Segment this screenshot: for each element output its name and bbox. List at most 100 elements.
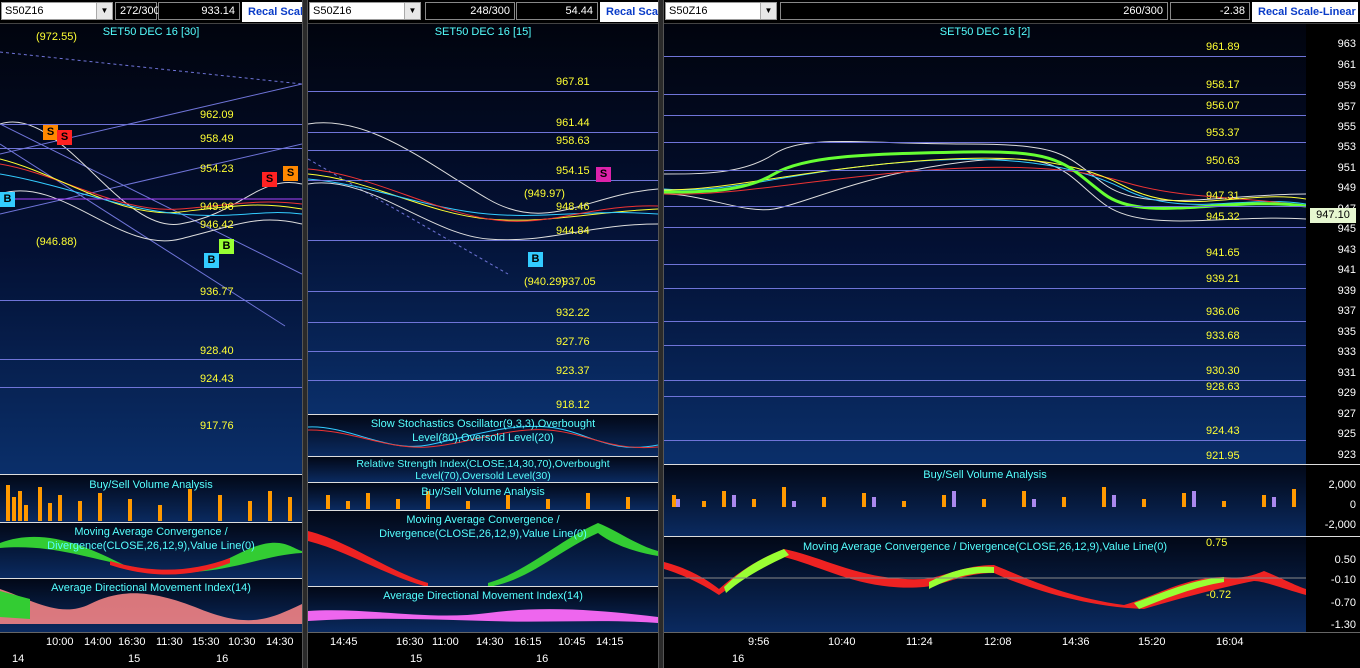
symbol-select[interactable]: S50Z16 ▼ [665,2,777,20]
volume-panel[interactable]: Buy/Sell Volume Analysis [0,474,302,522]
price-level: 953.37 [1206,127,1240,139]
macd-high-label: 0.75 [1206,537,1228,549]
price-level: 961.44 [556,117,590,129]
chart-pane-3: S50Z16 ▼ 260/300 -2.38 Recal Scale-Linear… [664,0,1360,668]
symbol-select[interactable]: S50Z16 ▼ [1,2,113,20]
price-level: 949.96 [200,201,234,213]
price-level: 946.42 [200,219,234,231]
panel-title: Average Directional Movement Index(14) [383,590,583,602]
price-level: 939.21 [1206,273,1240,285]
peak-label: (949.97) [524,188,565,200]
price-level: 954.15 [556,165,590,177]
price-level: 958.49 [200,133,234,145]
chart-pane-2: S50Z16▼ 248/300 54.44 Recal Scale SET50 … [308,0,658,668]
chart-pane-1: S50Z16▼ 272/300 933.14 Recal Scale SET50… [0,0,302,668]
sell-marker[interactable]: S [262,172,277,187]
recal-scale-button[interactable]: Recal Scale-Linear [1252,2,1358,22]
panel-title: Moving Average Convergence / Divergence(… [379,514,587,540]
chevron-down-icon[interactable]: ▼ [96,3,112,19]
adx-panel[interactable]: Average Directional Movement Index(14) [308,586,658,632]
chart-title: SET50 DEC 16 [15] [434,26,532,38]
price-level: 956.07 [1206,100,1240,112]
recal-scale-button[interactable]: Recal Scale [242,2,302,22]
panel-title: Buy/Sell Volume Analysis [89,479,213,491]
price-level: 932.22 [556,307,590,319]
price-level: 941.65 [1206,247,1240,259]
last-value: 933.14 [158,2,240,20]
price-level: 937.05 [562,276,596,288]
time-axis: 10:00 14:00 16:30 11:30 15:30 10:30 14:3… [0,632,302,668]
chart-title: SET50 DEC 16 [2] [939,26,1031,38]
price-level: 927.76 [556,336,590,348]
panel-title: Moving Average Convergence / Divergence(… [47,526,255,552]
price-level: 930.30 [1206,365,1240,377]
macd-low-label: -0.72 [1206,589,1232,601]
time-axis: 14:45 16:30 11:00 14:30 16:15 10:45 14:1… [308,632,658,668]
pane-toolbar: S50Z16▼ 272/300 933.14 Recal Scale [0,0,302,24]
chevron-down-icon[interactable]: ▼ [404,3,420,19]
buy-marker[interactable]: B [204,253,219,268]
price-level: 918.12 [556,399,590,411]
sell-marker[interactable]: S [57,130,72,145]
price-chart[interactable]: SET50 DEC 16 [30] (972.55) (946.88) 962.… [0,24,302,474]
bar-count: 260/300 [780,2,1168,20]
stochastic-panel[interactable]: Slow Stochastics Oscillator(9,3,3),Overb… [308,414,658,456]
macd-panel[interactable]: Moving Average Convergence / Divergence(… [664,536,1306,632]
symbol-select[interactable]: S50Z16 ▼ [309,2,421,20]
price-level: 945.32 [1206,211,1240,223]
price-level: 954.23 [200,163,234,175]
peak-label: (972.55) [36,31,77,43]
low-label: (940.29) [524,276,565,288]
price-level: 933.68 [1206,330,1240,342]
price-level: 924.43 [1206,425,1240,437]
buy-marker[interactable]: B [0,192,15,207]
bar-count: 272/300 [115,2,160,20]
bar-count: 248/300 [425,2,515,20]
panel-title: Slow Stochastics Oscillator(9,3,3),Overb… [370,418,596,444]
time-axis: 9:56 10:40 11:24 12:08 14:36 15:20 16:04… [664,632,1360,668]
pane-toolbar: S50Z16▼ 248/300 54.44 Recal Scale [308,0,658,24]
macd-panel[interactable]: Moving Average Convergence / Divergence(… [0,522,302,578]
recal-scale-button[interactable]: Recal Scale [600,2,658,22]
current-price-tag: 947.10 [1310,208,1356,223]
price-level: 921.95 [1206,450,1240,462]
price-chart[interactable]: SET50 DEC 16 [2] 961.89 958.17 956.07 95… [664,24,1306,464]
panel-title: Relative Strength Index(CLOSE,14,30,70),… [356,458,610,482]
price-level: 961.89 [1206,41,1240,53]
adx-panel[interactable]: Average Directional Movement Index(14) [0,578,302,632]
price-level: 958.17 [1206,79,1240,91]
pane-toolbar: S50Z16 ▼ 260/300 -2.38 Recal Scale-Linear [664,0,1360,24]
volume-axis: 2,000 0 -2,000 [1306,464,1360,536]
price-level: 948.46 [556,201,590,213]
panel-title: Average Directional Movement Index(14) [51,582,251,594]
sell-marker[interactable]: S [283,166,298,181]
buy-marker[interactable]: B [219,239,234,254]
macd-axis: 0.50 -0.10 -0.70 -1.30 [1306,536,1360,632]
price-level: 950.63 [1206,155,1240,167]
sell-marker[interactable]: S [43,125,58,140]
panel-title: Buy/Sell Volume Analysis [923,469,1047,481]
price-level: 962.09 [200,109,234,121]
panel-title: Buy/Sell Volume Analysis [421,486,545,498]
volume-panel[interactable]: Buy/Sell Volume Analysis [664,464,1306,536]
price-level: 958.63 [556,135,590,147]
macd-panel[interactable]: Moving Average Convergence / Divergence(… [308,510,658,587]
volume-panel[interactable]: Buy/Sell Volume Analysis [308,482,658,510]
price-level: 967.81 [556,76,590,88]
rsi-panel[interactable]: Relative Strength Index(CLOSE,14,30,70),… [308,456,658,482]
chevron-down-icon[interactable]: ▼ [760,3,776,19]
price-level: 936.06 [1206,306,1240,318]
last-value: 54.44 [516,2,598,20]
price-level: 944.84 [556,225,590,237]
price-level: 917.76 [200,420,234,432]
price-chart[interactable]: SET50 DEC 16 [15] (949.97) (940.29) 967.… [308,24,658,414]
last-value: -2.38 [1170,2,1250,20]
price-level: 936.77 [200,286,234,298]
low-label: (946.88) [36,236,77,248]
price-level: 928.40 [200,345,234,357]
price-level: 923.37 [556,365,590,377]
price-level: 924.43 [200,373,234,385]
buy-marker[interactable]: B [528,252,543,267]
price-level: 928.63 [1206,381,1240,393]
sell-marker[interactable]: S [596,167,611,182]
